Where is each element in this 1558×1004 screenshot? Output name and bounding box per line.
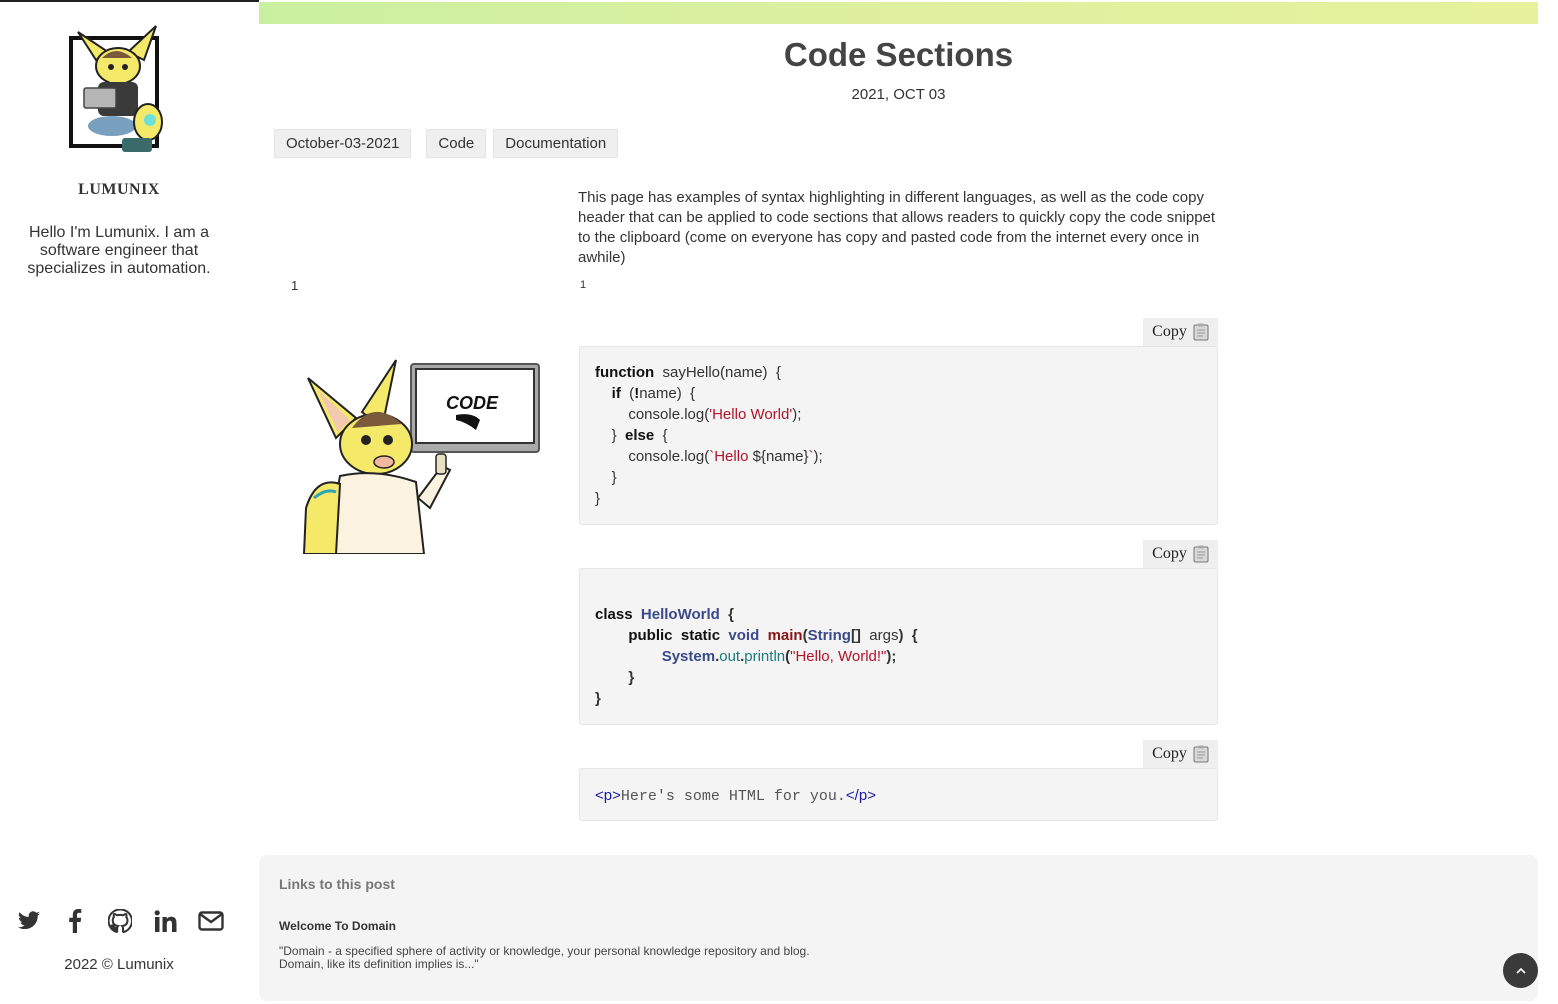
tag-date[interactable]: October-03-2021 <box>274 129 412 158</box>
tag-code[interactable]: Code <box>426 129 487 158</box>
copy-code-button[interactable]: Copy <box>1143 740 1218 768</box>
backlink-excerpt: "Domain - a specified sphere of activity… <box>279 945 839 971</box>
sidebar: LUMUNIX Hello I'm Lumunix. I am a softwa… <box>0 0 238 1004</box>
code-line: public static void main(String[] args) { <box>628 627 918 644</box>
tag-list: October-03-2021 Code Documentation <box>274 129 619 158</box>
copy-code-button[interactable]: Copy <box>1143 318 1218 346</box>
code-block-html: <p>Here's some HTML for you.</p> <box>579 768 1218 821</box>
intro-paragraph: This page has examples of syntax highlig… <box>578 189 1216 266</box>
avatar[interactable] <box>66 22 168 162</box>
mascot-sign-text: CODE <box>446 393 499 413</box>
code-line: if (!name) { <box>611 385 696 402</box>
code-line: } else { <box>595 427 668 444</box>
code-line: <p>Here's some HTML for you.</p> <box>595 787 876 805</box>
github-icon[interactable] <box>105 906 135 936</box>
post-date: 2021, OCT 03 <box>851 86 946 103</box>
copy-label: Copy <box>1152 545 1187 562</box>
code-block-java: class HelloWorld { public static void ma… <box>579 568 1218 725</box>
linkedin-icon[interactable] <box>151 906 181 936</box>
copy-label: Copy <box>1152 745 1187 762</box>
code-line: class HelloWorld { <box>595 606 734 623</box>
mail-icon[interactable] <box>196 906 226 936</box>
copyright: 2022 © Lumunix <box>64 956 174 973</box>
site-name[interactable]: LUMUNIX <box>0 181 238 199</box>
backlink-excerpt-line: Domain, like its definition implies is..… <box>279 957 479 971</box>
social-links <box>14 906 226 936</box>
code-line: } <box>595 469 617 486</box>
facebook-icon[interactable] <box>60 906 90 936</box>
clipboard-icon <box>1193 323 1209 341</box>
code-line: System.out.println("Hello, World!"); <box>661 648 897 665</box>
code-line: function sayHello(name) { <box>595 364 781 381</box>
footnote-marker[interactable]: 1 <box>291 278 298 293</box>
scroll-to-top-button[interactable] <box>1503 953 1538 988</box>
code-line: console.log(`Hello ${name}`); <box>595 448 823 465</box>
backlinks-panel: Links to this post Welcome To Domain "Do… <box>259 855 1538 1001</box>
clipboard-icon <box>1193 545 1209 563</box>
copy-code-button[interactable]: Copy <box>1143 540 1218 568</box>
backlinks-heading: Links to this post <box>279 876 395 892</box>
footnote-marker[interactable]: 1 <box>580 279 586 291</box>
code-line: } <box>628 669 635 686</box>
reading-progress-bar <box>259 2 1538 24</box>
page-title: Code Sections <box>783 36 1014 73</box>
backlink-title[interactable]: Welcome To Domain <box>279 919 396 933</box>
copy-label: Copy <box>1152 323 1187 340</box>
code-line: } <box>595 690 601 707</box>
chevron-up-icon <box>1515 967 1526 974</box>
code-line: console.log('Hello World'); <box>595 406 802 423</box>
mascot-illustration: CODE <box>296 358 546 555</box>
code-block-javascript: function sayHello(name) { if (!name) { c… <box>579 346 1218 525</box>
code-line: } <box>595 490 601 507</box>
author-bio: Hello I'm Lumunix. I am a software engin… <box>27 224 211 277</box>
twitter-icon[interactable] <box>14 906 44 936</box>
tag-documentation[interactable]: Documentation <box>493 129 619 158</box>
clipboard-icon <box>1193 745 1209 763</box>
